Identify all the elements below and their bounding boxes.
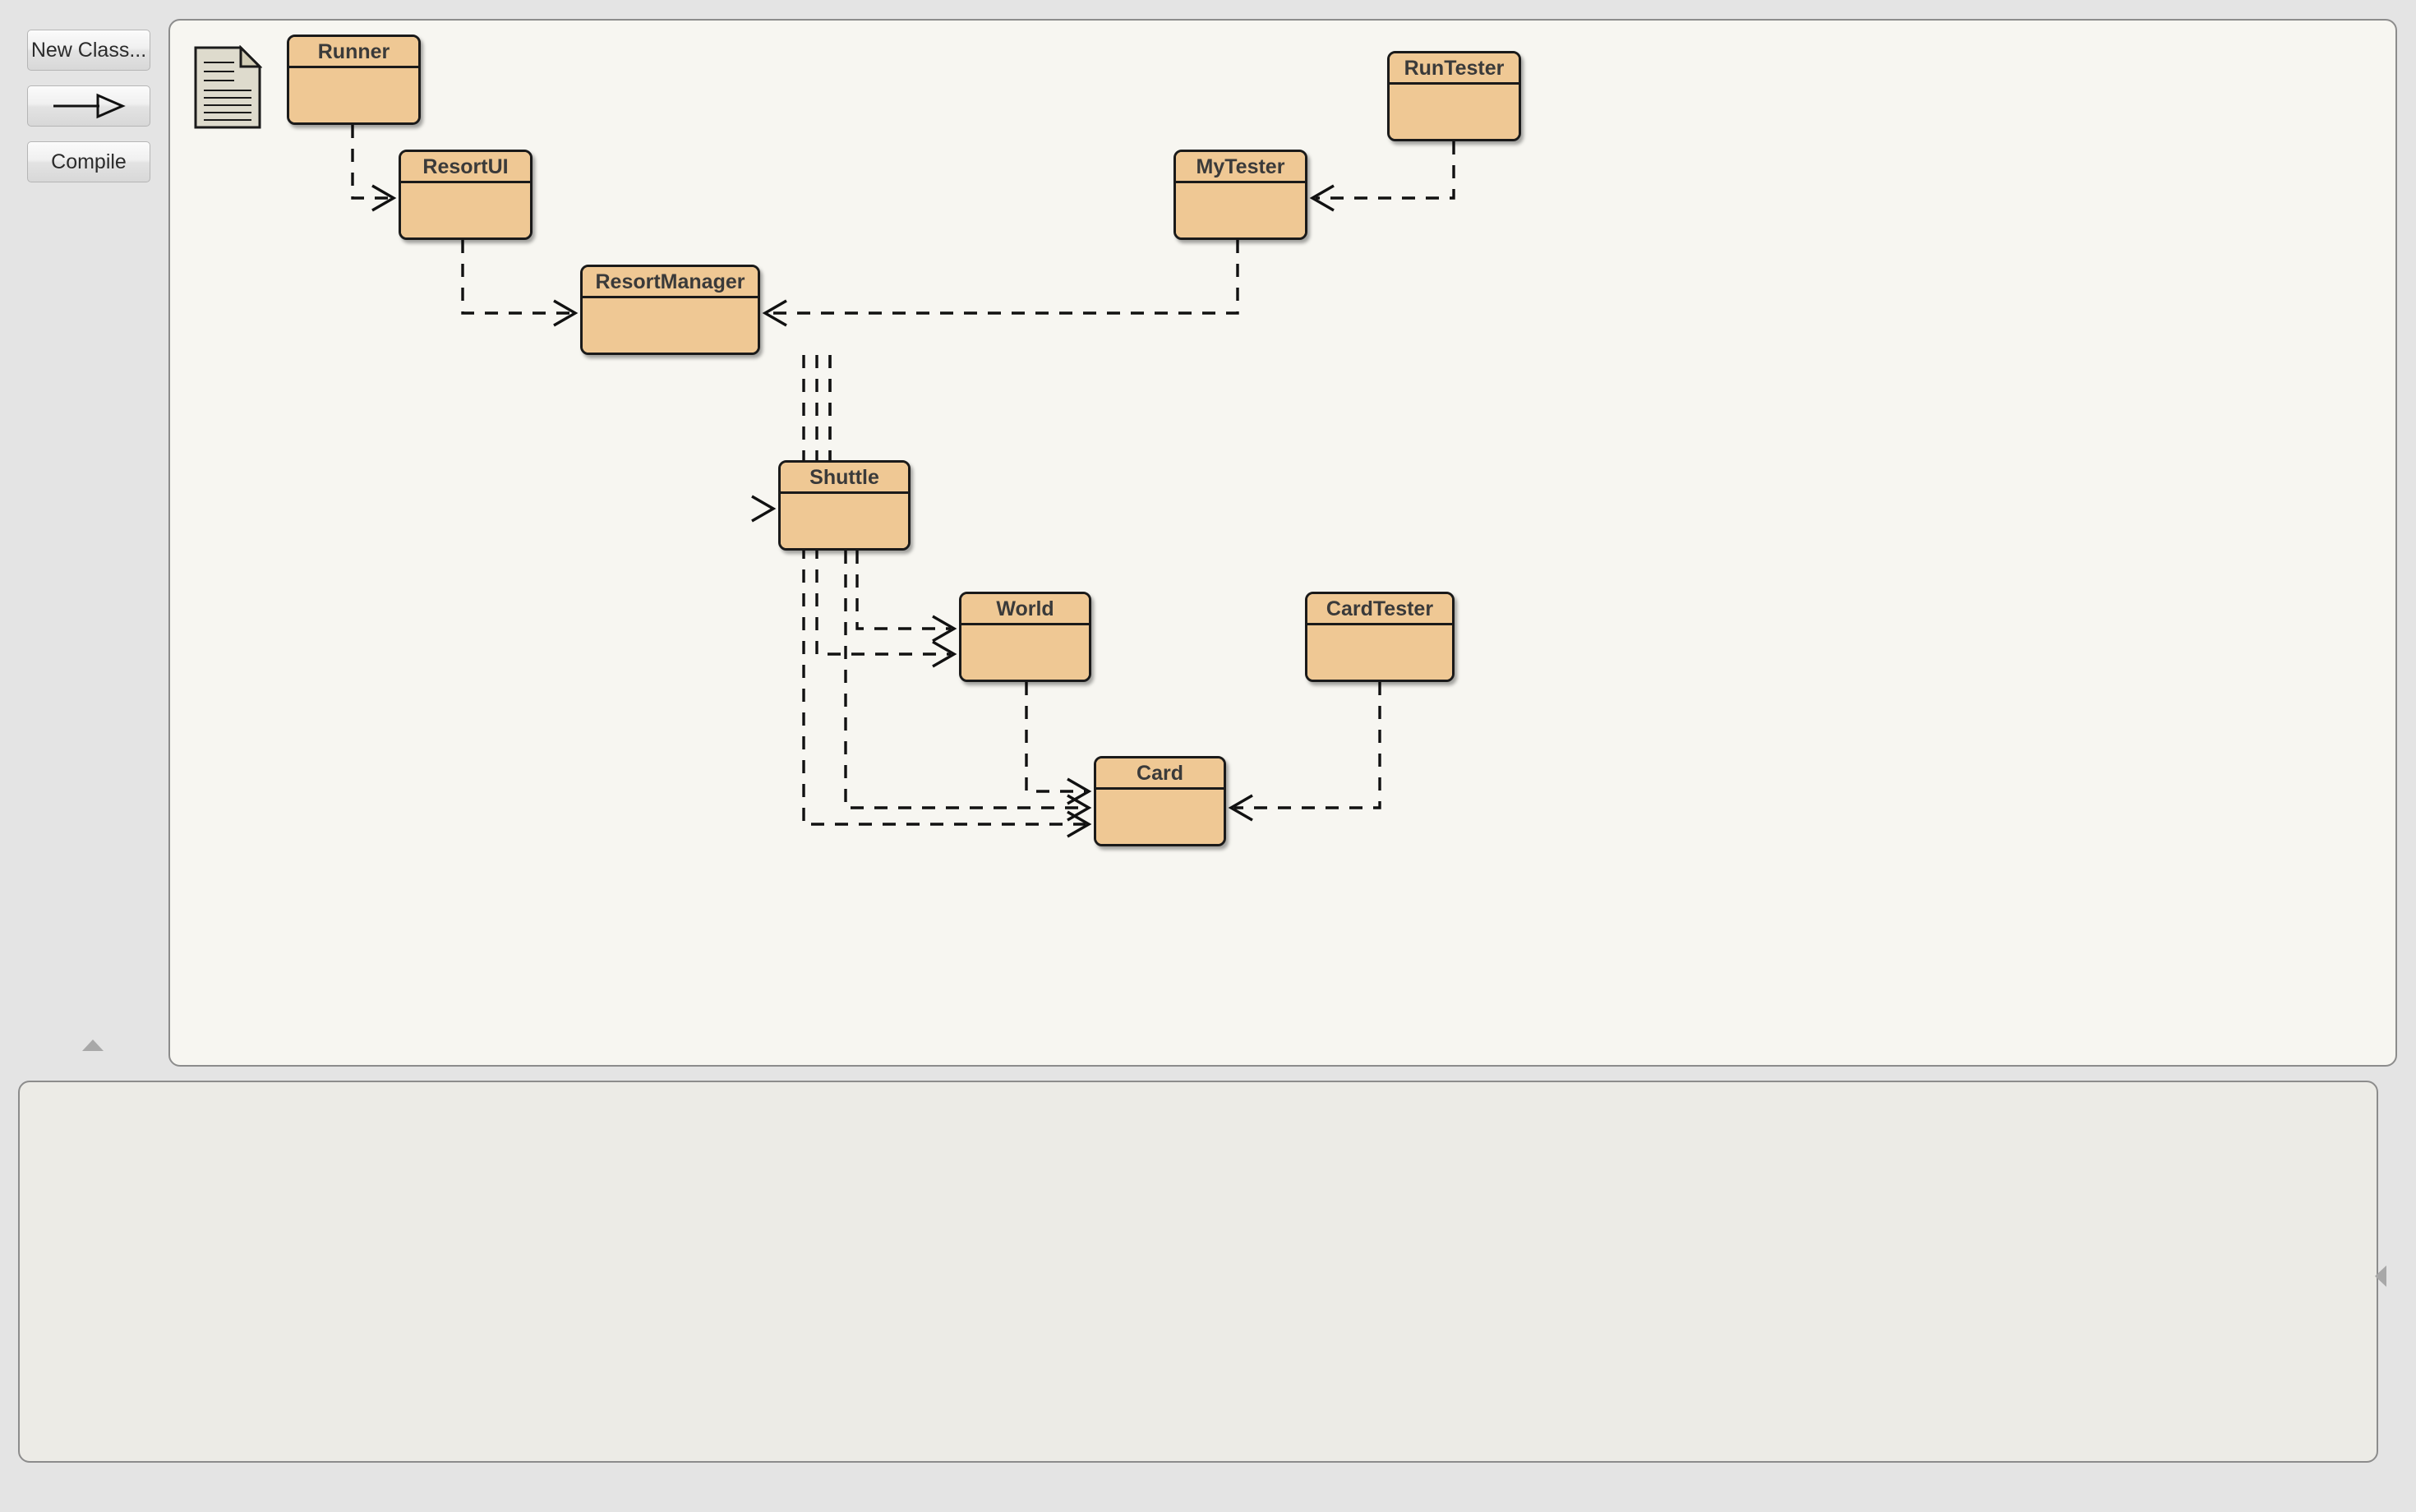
edge-world-card bbox=[1025, 682, 1092, 805]
class-body bbox=[583, 298, 758, 353]
triangle-left-icon[interactable] bbox=[2375, 1265, 2386, 1287]
edge-mytester-resortmanager bbox=[762, 240, 1239, 327]
class-body bbox=[781, 494, 908, 548]
class-title: ResortUI bbox=[401, 152, 530, 183]
class-box-cardtester[interactable]: CardTester bbox=[1305, 592, 1455, 682]
left-toolbar: New Class... Compile bbox=[0, 0, 168, 1060]
class-title: RunTester bbox=[1390, 53, 1519, 85]
class-title: Shuttle bbox=[781, 463, 908, 494]
class-title: Runner bbox=[289, 37, 418, 68]
edge-cardtester-card bbox=[1228, 682, 1381, 822]
compile-button-label: Compile bbox=[51, 150, 127, 173]
class-title: CardTester bbox=[1307, 594, 1452, 625]
object-bench[interactable] bbox=[18, 1081, 2378, 1463]
class-title: ResortManager bbox=[583, 267, 758, 298]
class-box-card[interactable]: Card bbox=[1094, 756, 1226, 846]
new-class-button[interactable]: New Class... bbox=[27, 30, 150, 71]
class-body bbox=[1307, 625, 1452, 680]
class-box-shuttle[interactable]: Shuttle bbox=[778, 460, 911, 551]
class-body bbox=[401, 183, 530, 237]
class-box-resortmanager[interactable]: ResortManager bbox=[580, 265, 760, 355]
bluej-window: New Class... Compile Runner ResortUI Res… bbox=[0, 0, 2416, 1512]
edge-runner-resortui bbox=[351, 125, 397, 212]
class-body bbox=[961, 625, 1089, 680]
class-body bbox=[289, 68, 418, 122]
compile-button[interactable]: Compile bbox=[27, 141, 150, 182]
arrow-right-icon bbox=[53, 93, 126, 119]
edge-runtester-mytester bbox=[1309, 141, 1455, 212]
class-diagram-canvas[interactable]: .dep { fill:none; stroke:#111; stroke-wi… bbox=[168, 19, 2397, 1067]
class-box-runtester[interactable]: RunTester bbox=[1387, 51, 1521, 141]
class-title: MyTester bbox=[1176, 152, 1305, 183]
class-box-mytester[interactable]: MyTester bbox=[1173, 150, 1307, 240]
class-body bbox=[1390, 85, 1519, 139]
relationship-arrow-button[interactable] bbox=[27, 85, 150, 127]
class-title: Card bbox=[1096, 758, 1224, 790]
class-box-runner[interactable]: Runner bbox=[287, 35, 421, 125]
triangle-up-icon[interactable] bbox=[82, 1040, 104, 1051]
class-body bbox=[1176, 183, 1305, 237]
edge-resortui-resortmanager bbox=[461, 240, 579, 327]
status-bar bbox=[0, 1471, 2416, 1512]
class-box-resortui[interactable]: ResortUI bbox=[399, 150, 533, 240]
new-class-button-label: New Class... bbox=[30, 38, 147, 62]
class-title: World bbox=[961, 594, 1089, 625]
class-box-world[interactable]: World bbox=[959, 592, 1091, 682]
edge-shuttle-world bbox=[855, 551, 957, 643]
class-body bbox=[1096, 790, 1224, 844]
